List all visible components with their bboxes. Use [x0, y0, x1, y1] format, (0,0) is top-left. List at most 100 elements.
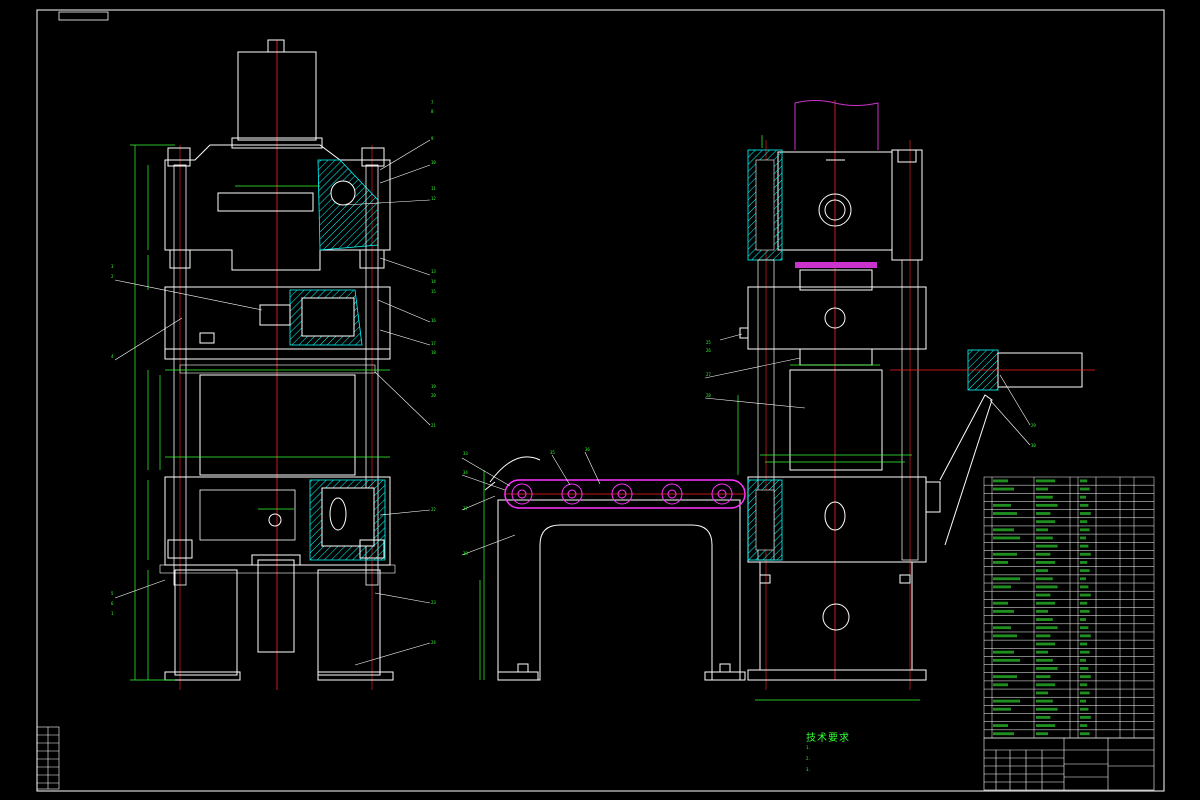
table-cell-mark	[993, 585, 1011, 589]
table-cell-mark	[1036, 495, 1053, 499]
table-cell-mark	[1036, 544, 1058, 548]
svg-text:10: 10	[431, 160, 436, 165]
table-cell-mark	[1080, 683, 1088, 687]
table-cell-mark	[1036, 585, 1058, 589]
table-cell-mark	[1080, 609, 1090, 613]
table-cell-mark	[1036, 683, 1056, 687]
table-cell-mark	[993, 512, 1017, 515]
svg-text:8: 8	[431, 109, 434, 114]
table-cell-mark	[1080, 561, 1088, 564]
table-cell-mark	[993, 552, 1017, 556]
table-cell-mark	[1036, 601, 1056, 605]
svg-text:18: 18	[431, 350, 436, 355]
table-cell-mark	[1080, 707, 1089, 711]
table-cell-mark	[1080, 634, 1091, 638]
svg-text:20: 20	[431, 393, 436, 398]
technical-requirement-3: 3.	[806, 767, 811, 772]
table-cell-mark	[1036, 536, 1053, 540]
table-cell-mark	[1036, 634, 1051, 638]
table-cell-mark	[1036, 650, 1048, 654]
table-cell-mark	[1080, 495, 1086, 499]
table-cell-mark	[1080, 528, 1090, 532]
table-cell-mark	[1036, 479, 1056, 483]
table-cell-mark	[993, 707, 1011, 711]
table-cell-mark	[1036, 577, 1053, 581]
table-cell-mark	[1080, 699, 1086, 703]
svg-text:2: 2	[111, 274, 114, 279]
table-cell-mark	[993, 487, 1014, 491]
table-cell-mark	[993, 503, 1011, 507]
svg-text:21: 21	[431, 423, 436, 428]
svg-text:13: 13	[431, 269, 436, 274]
table-cell-mark	[1036, 626, 1058, 630]
parts-list-table	[983, 476, 1155, 739]
svg-text:37: 37	[463, 506, 468, 511]
svg-text:17: 17	[431, 341, 436, 346]
table-cell-mark	[1080, 512, 1091, 515]
svg-text:14: 14	[431, 279, 436, 284]
table-cell-mark	[1036, 552, 1051, 556]
table-cell-mark	[1036, 675, 1051, 679]
table-cell-mark	[993, 683, 1008, 687]
cad-drawing: 78 910 1112 131415 161718 1920 2122 2324…	[36, 9, 1165, 792]
drawing-frame	[36, 9, 1165, 792]
table-cell-mark	[993, 658, 1020, 662]
title-block	[983, 737, 1155, 791]
svg-text:28: 28	[706, 393, 711, 398]
table-cell-mark	[1036, 707, 1058, 711]
table-cell-mark	[1036, 520, 1056, 524]
conveyor-view: 33 34 37 38 35 36	[461, 447, 746, 681]
table-cell-mark	[1036, 593, 1051, 597]
table-cell-mark	[1080, 585, 1089, 589]
svg-text:9: 9	[431, 136, 434, 141]
table-cell-mark	[1080, 642, 1088, 646]
table-cell-mark	[1080, 520, 1088, 524]
table-cell-mark	[1080, 691, 1090, 695]
technical-requirements-title: 技术要求	[806, 733, 850, 744]
svg-text:29: 29	[1031, 423, 1036, 428]
table-cell-mark	[1080, 593, 1091, 597]
svg-text:12: 12	[431, 196, 436, 201]
table-cell-mark	[1080, 626, 1089, 630]
table-cell-mark	[1036, 724, 1056, 727]
svg-text:5: 5	[111, 591, 114, 596]
table-cell-mark	[1036, 618, 1053, 621]
svg-text:27: 27	[706, 372, 711, 377]
front-view: 78 910 1112 131415 161718 1920 2122 2324…	[111, 39, 436, 690]
table-cell-mark	[1036, 487, 1048, 491]
svg-text:4: 4	[111, 354, 114, 359]
table-cell-mark	[1036, 503, 1058, 507]
table-cell-mark	[1036, 667, 1058, 670]
technical-requirement-2: 2.	[806, 756, 811, 761]
table-cell-mark	[1080, 479, 1088, 483]
svg-text:19: 19	[431, 384, 436, 389]
svg-text:25: 25	[706, 340, 711, 345]
table-cell-mark	[993, 536, 1020, 540]
table-cell-mark	[1080, 503, 1089, 507]
table-cell-mark	[1080, 667, 1089, 670]
svg-text:33: 33	[463, 451, 468, 456]
table-cell-mark	[1036, 658, 1053, 662]
table-cell-mark	[993, 724, 1008, 727]
table-cell-mark	[993, 626, 1011, 630]
table-cell-mark	[993, 528, 1014, 532]
technical-requirement-1: 1.	[806, 745, 811, 750]
svg-text:36: 36	[585, 447, 590, 452]
table-cell-mark	[993, 650, 1014, 654]
svg-text:6: 6	[111, 601, 114, 606]
table-cell-mark	[1080, 601, 1088, 605]
svg-text:35: 35	[550, 450, 555, 455]
svg-text:1: 1	[111, 611, 114, 616]
table-cell-mark	[1080, 577, 1086, 581]
table-cell-mark	[1080, 569, 1090, 573]
table-cell-mark	[993, 609, 1014, 613]
table-cell-mark	[1080, 658, 1086, 662]
table-cell-mark	[1036, 699, 1053, 703]
svg-text:7: 7	[431, 100, 434, 105]
table-cell-mark	[1036, 528, 1048, 532]
table-cell-mark	[1036, 732, 1048, 736]
table-cell-mark	[1036, 569, 1048, 573]
table-cell-mark	[1036, 715, 1051, 719]
table-cell-mark	[1036, 561, 1056, 564]
table-cell-mark	[1080, 618, 1086, 621]
